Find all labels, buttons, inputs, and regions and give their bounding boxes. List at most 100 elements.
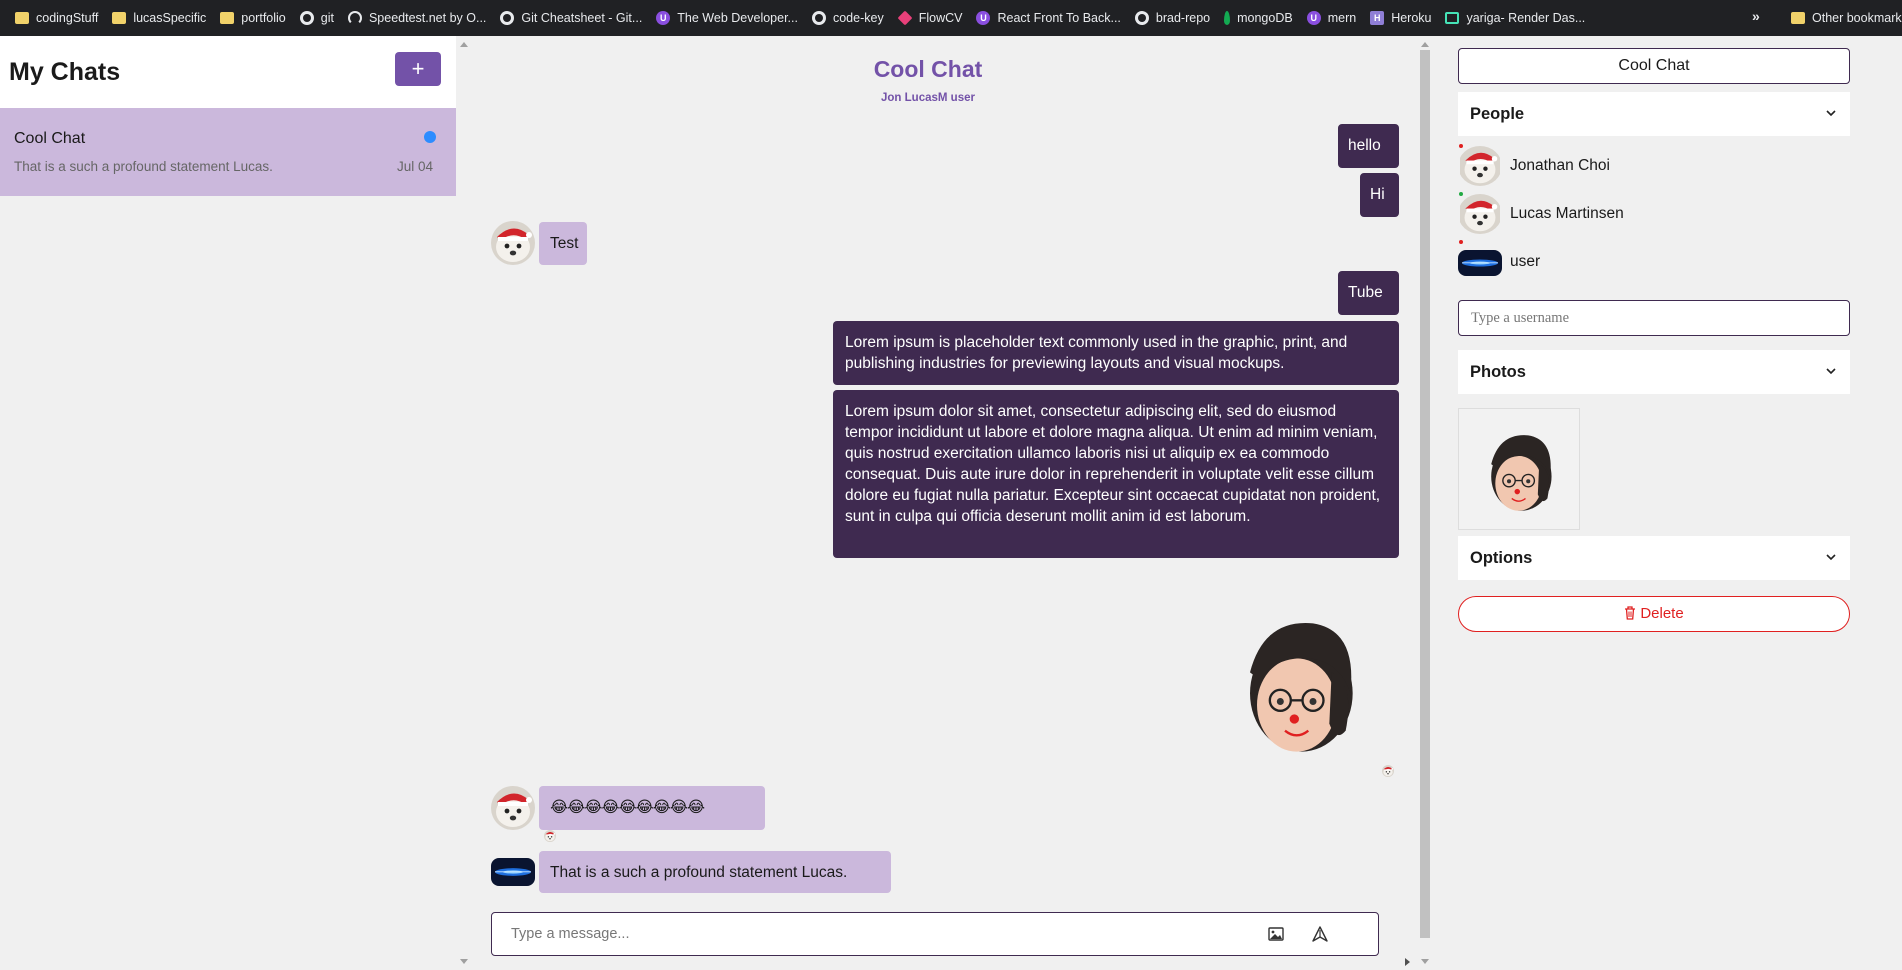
chat-settings-panel: Cool Chat People Jonathan Choi Lucas Mar… — [1434, 36, 1902, 970]
chat-list-panel: My Chats + Cool Chat That is a such a pr… — [0, 36, 472, 970]
avatar-cartoon-image[interactable] — [1229, 586, 1369, 782]
message-composer — [491, 912, 1379, 956]
bookmark-heroku[interactable]: H Heroku — [1363, 4, 1438, 32]
new-chat-button[interactable]: + — [395, 52, 441, 86]
bookmarks-bar: codingStuff lucasSpecific portfolio git … — [0, 0, 1902, 36]
chevron-down-icon — [1826, 368, 1836, 375]
folder-icon — [112, 12, 127, 24]
speedtest-icon — [347, 11, 362, 25]
person-name: Jonathan Choi — [1510, 157, 1610, 174]
person-avatar — [1458, 194, 1502, 234]
chat-item-preview: That is a such a profound statement Luca… — [14, 159, 273, 174]
folder-icon — [1791, 12, 1805, 24]
bookmark-code-key[interactable]: code-key — [805, 4, 891, 32]
delete-chat-button[interactable]: Delete — [1458, 596, 1850, 632]
message-input[interactable] — [493, 914, 1223, 954]
chat-title: Cool Chat — [873, 56, 983, 82]
chat-feed-panel: Cool Chat Jon LucasM user hello Hi Test … — [473, 36, 1433, 970]
chevron-down-icon — [1826, 554, 1836, 561]
options-section-header[interactable]: Options — [1458, 536, 1850, 580]
github-icon — [299, 11, 314, 25]
scroll-down-arrow[interactable] — [460, 959, 468, 964]
more-bookmarks-button[interactable]: » — [1752, 8, 1760, 24]
bookmark-lucasspecific[interactable]: lucasSpecific — [105, 4, 213, 32]
bookmark-flowcv[interactable]: FlowCV — [891, 4, 970, 32]
chat-item-date: Jul 04 — [397, 159, 434, 174]
scrollbar-thumb[interactable] — [1420, 50, 1430, 938]
person-row[interactable]: Jonathan Choi — [1458, 144, 1850, 188]
bookmark-speedtest[interactable]: Speedtest.net by O... — [341, 4, 493, 32]
read-receipt-avatar — [544, 830, 556, 842]
person-row[interactable]: user — [1458, 240, 1850, 284]
attach-image-icon[interactable] — [1268, 927, 1284, 941]
unread-indicator — [424, 131, 436, 143]
photos-section-header[interactable]: Photos — [1458, 350, 1850, 394]
udemy-icon: U — [976, 11, 991, 25]
bookmark-codingstuff[interactable]: codingStuff — [8, 4, 105, 32]
delete-label: Delete — [1640, 605, 1684, 622]
read-receipt-avatar — [1382, 765, 1394, 777]
bookmark-portfolio[interactable]: portfolio — [213, 4, 292, 32]
sender-avatar[interactable] — [491, 858, 535, 886]
folder-icon — [220, 12, 235, 24]
sender-avatar[interactable] — [491, 221, 535, 265]
scroll-up-arrow[interactable] — [460, 42, 468, 47]
trash-icon — [1625, 606, 1636, 620]
message-bubble[interactable]: Test — [539, 222, 587, 265]
message-bubble[interactable]: Tube — [1338, 271, 1399, 315]
chevron-down-icon — [1826, 110, 1836, 117]
bookmark-brad-repo[interactable]: brad-repo — [1128, 4, 1217, 32]
mongodb-icon — [1224, 11, 1231, 25]
bookmark-mongodb[interactable]: mongoDB — [1217, 4, 1300, 32]
github-icon — [1134, 11, 1149, 25]
add-username-input[interactable] — [1458, 300, 1850, 336]
person-avatar — [1458, 146, 1502, 186]
page-title: My Chats — [9, 58, 121, 86]
scroll-down-arrow[interactable] — [1421, 959, 1429, 964]
person-avatar — [1458, 250, 1502, 276]
udemy-icon: U — [1306, 11, 1321, 25]
chat-list-item[interactable]: Cool Chat That is a such a profound stat… — [0, 108, 456, 196]
github-icon — [811, 11, 826, 25]
chat-list-scrollbar[interactable] — [456, 36, 472, 970]
chat-item-name: Cool Chat — [14, 130, 86, 147]
message-bubble[interactable]: Lorem ipsum is placeholder text commonly… — [833, 321, 1399, 385]
bookmark-mern[interactable]: Umern — [1300, 4, 1363, 32]
chat-feed-scrollbar[interactable] — [1417, 36, 1433, 970]
message-bubble[interactable]: That is a such a profound statement Luca… — [539, 851, 891, 893]
message-bubble[interactable]: Lorem ipsum dolor sit amet, consectetur … — [833, 390, 1399, 558]
flowcv-icon — [897, 10, 913, 26]
bookmark-git[interactable]: git — [293, 4, 341, 32]
message-bubble[interactable]: Hi — [1360, 173, 1399, 217]
message-bubble[interactable]: 😂😂😂😂😂😂😂😂😂 — [539, 786, 765, 830]
bookmark-git-cheatsheet[interactable]: Git Cheatsheet - Git... — [493, 4, 649, 32]
send-icon[interactable] — [1312, 926, 1328, 942]
status-dot — [1459, 192, 1463, 196]
github-icon — [500, 11, 515, 25]
people-section-header[interactable]: People — [1458, 92, 1850, 136]
photo-thumbnail[interactable] — [1458, 408, 1580, 530]
folder-icon — [15, 12, 29, 24]
person-name: user — [1510, 253, 1541, 270]
scroll-up-arrow[interactable] — [1421, 42, 1429, 47]
chat-name-field[interactable]: Cool Chat — [1458, 48, 1850, 84]
status-dot — [1459, 144, 1463, 148]
section-label: People — [1470, 105, 1525, 123]
person-row[interactable]: Lucas Martinsen — [1458, 192, 1850, 236]
udemy-icon: U — [656, 11, 671, 25]
bookmark-web-developer[interactable]: U The Web Developer... — [649, 4, 805, 32]
person-name: Lucas Martinsen — [1510, 205, 1624, 222]
other-bookmarks[interactable]: Other bookmarks — [1784, 4, 1902, 32]
sender-avatar[interactable] — [491, 786, 535, 830]
status-dot — [1459, 240, 1463, 244]
avatar-cartoon-image — [1475, 423, 1565, 519]
render-icon — [1445, 12, 1460, 24]
bookmark-yariga[interactable]: yariga- Render Das... — [1438, 4, 1592, 32]
bookmark-react-front-to-back[interactable]: U React Front To Back... — [969, 4, 1127, 32]
section-label: Photos — [1470, 363, 1526, 381]
scroll-right-arrow[interactable] — [1405, 958, 1410, 966]
chat-list-header: My Chats + — [0, 36, 456, 108]
section-label: Options — [1470, 549, 1533, 567]
heroku-icon: H — [1370, 11, 1385, 25]
message-bubble[interactable]: hello — [1338, 124, 1399, 168]
